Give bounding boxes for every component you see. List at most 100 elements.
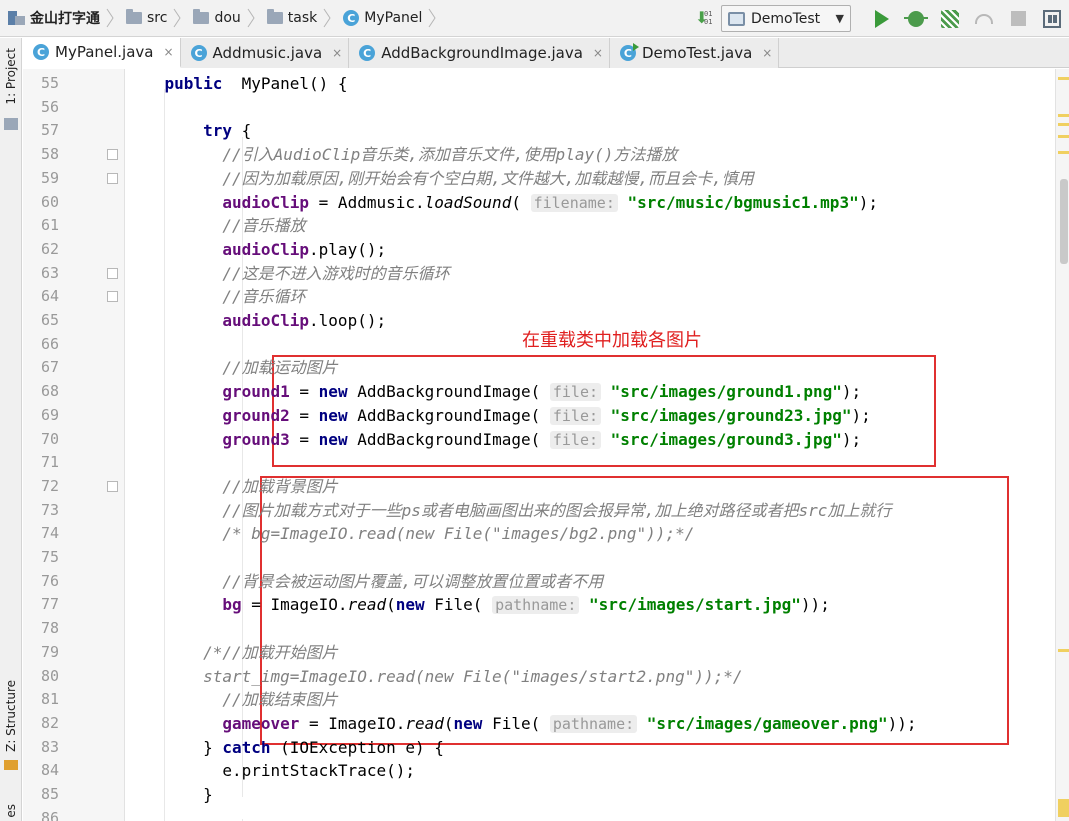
code-line[interactable]: //因为加载原因,刚开始会有个空白期,文件越大,加载越慢,而且会卡,慎用 xyxy=(126,167,753,191)
project-structure-button[interactable] xyxy=(1035,0,1069,37)
debug-button[interactable] xyxy=(899,0,933,37)
code-line[interactable]: ground2 = new AddBackgroundImage( file: … xyxy=(126,404,871,428)
code-line[interactable]: //音乐播放 xyxy=(126,214,306,238)
parameter-hint: pathname: xyxy=(492,596,580,615)
code-token: ); xyxy=(858,192,878,212)
code-token: new xyxy=(453,713,483,733)
breadcrumb-dou[interactable]: dou xyxy=(185,0,258,37)
tab-addbackgroundimage-java[interactable]: C AddBackgroundImage.java × xyxy=(349,38,610,68)
stop-button[interactable] xyxy=(1001,0,1035,37)
warning-marker[interactable] xyxy=(1058,135,1069,138)
fold-marker-icon[interactable] xyxy=(107,172,118,184)
breadcrumb-separator-icon xyxy=(106,8,114,28)
close-icon[interactable]: × xyxy=(332,46,342,60)
code-token: //背景会被运动图片覆盖,可以调整放置位置或者不用 xyxy=(222,571,604,591)
warning-marker[interactable] xyxy=(1058,151,1069,154)
class-icon: C xyxy=(190,45,207,61)
run-toolbar: ⬇ 01 01 DemoTest ▼ xyxy=(693,0,1069,37)
code-line[interactable]: audioClip.play(); xyxy=(126,238,386,262)
editor-scroll-strip[interactable] xyxy=(1055,69,1069,821)
code-token: gameover xyxy=(222,713,300,733)
parameter-hint: file: xyxy=(549,430,602,449)
editor-gutter[interactable]: 55 56 57 58 59 60 61 62 63 64 65 66 67 68 69 70 71 72 73 74… xyxy=(23,69,125,821)
tab-demotest-java[interactable]: C DemoTest.java × xyxy=(609,38,780,68)
code-line[interactable]: //引入AudioClip音乐类,添加音乐文件,使用play()方法播放 xyxy=(126,143,677,167)
fold-marker-icon[interactable] xyxy=(107,480,118,492)
chevron-down-icon: ▼ xyxy=(835,12,844,25)
line-number: 72 xyxy=(41,476,60,495)
profile-button[interactable] xyxy=(967,0,1001,37)
tab-mypanel-java[interactable]: C MyPanel.java × xyxy=(23,38,181,68)
stop-icon xyxy=(1010,11,1026,26)
code-token: = Addmusic. xyxy=(309,192,425,212)
project-tool-window-button[interactable]: 1: Project xyxy=(4,48,18,105)
code-line[interactable]: //音乐循环 xyxy=(126,285,305,309)
project-tool-icon[interactable] xyxy=(4,118,18,130)
fold-marker-icon[interactable] xyxy=(107,291,118,303)
code-token: File( xyxy=(424,595,493,615)
structure-tool-window-button[interactable]: Z: Structure xyxy=(4,680,18,752)
code-token: ground1 xyxy=(222,382,290,402)
code-line[interactable]: ground3 = new AddBackgroundImage( file: … xyxy=(126,428,861,452)
code-token: loadSound xyxy=(424,192,512,212)
code-token: //音乐播放 xyxy=(222,216,306,236)
breadcrumb-task[interactable]: task xyxy=(259,0,335,37)
tab-addmusic-java[interactable]: C Addmusic.java × xyxy=(180,38,350,68)
parameter-hint: file: xyxy=(549,383,602,402)
code-line[interactable]: bg = ImageIO.read(new File( pathname: "s… xyxy=(126,593,830,617)
structure-tool-icon[interactable] xyxy=(4,760,18,770)
code-line[interactable]: ground1 = new AddBackgroundImage( file: … xyxy=(126,380,861,404)
breadcrumb-src[interactable]: src xyxy=(118,0,185,37)
breadcrumb-mypanel[interactable]: C MyPanel xyxy=(335,0,440,37)
breadcrumb-label: dou xyxy=(214,10,241,26)
code-line[interactable]: gameover = ImageIO.read(new File( pathna… xyxy=(126,712,917,736)
code-line[interactable]: //这是不进入游戏时的音乐循环 xyxy=(126,262,450,286)
code-token: //这是不进入游戏时的音乐循环 xyxy=(222,263,450,283)
code-line[interactable]: audioClip = Addmusic.loadSound( filename… xyxy=(126,191,878,215)
code-line[interactable]: /* bg=ImageIO.read(new File("images/bg2.… xyxy=(126,522,694,546)
fold-marker-icon[interactable] xyxy=(107,267,118,279)
close-icon[interactable]: × xyxy=(593,46,603,60)
close-icon[interactable]: × xyxy=(163,45,173,59)
code-line[interactable]: start_img=ImageIO.read(new File("images/… xyxy=(126,665,743,689)
code-line[interactable]: //图片加载方式对于一些ps或者电脑画图出来的图会报异常,加上绝对路径或者把sr… xyxy=(126,499,891,523)
code-line[interactable]: e.printStackTrace(); xyxy=(126,759,415,783)
code-line[interactable]: //背景会被运动图片覆盖,可以调整放置位置或者不用 xyxy=(126,570,603,594)
code-line[interactable]: //加载运动图片 xyxy=(126,356,337,380)
code-line[interactable]: } xyxy=(126,783,213,807)
code-line[interactable]: //加载结束图片 xyxy=(126,688,337,712)
code-token: audioClip xyxy=(222,239,310,259)
code-line[interactable]: audioClip.loop(); xyxy=(126,309,386,333)
code-line[interactable]: public MyPanel() { xyxy=(126,72,348,96)
coverage-button[interactable] xyxy=(933,0,967,37)
code-line[interactable]: } catch (IOException e) { xyxy=(126,736,444,760)
warning-marker[interactable] xyxy=(1058,114,1069,117)
warning-marker[interactable] xyxy=(1058,123,1069,126)
code-token: ( xyxy=(443,713,454,733)
run-button[interactable] xyxy=(865,0,899,37)
code-token: )); xyxy=(800,595,830,615)
breadcrumb-project[interactable]: 金山打字通 xyxy=(0,0,118,37)
line-number: 67 xyxy=(41,358,60,377)
code-line[interactable]: //加载背景图片 xyxy=(126,475,337,499)
annotation-note: 在重载类中加载各图片 xyxy=(522,330,702,351)
run-configuration-select[interactable]: DemoTest ▼ xyxy=(721,5,851,32)
warning-marker[interactable] xyxy=(1058,77,1069,80)
close-icon[interactable]: × xyxy=(762,46,772,60)
warning-marker[interactable] xyxy=(1058,799,1069,817)
sort-icon[interactable]: ⬇ 01 01 xyxy=(693,8,715,30)
code-editor[interactable]: 在重载类中加载各图片 public MyPanel() { try { //引入… xyxy=(126,69,1055,821)
warning-marker[interactable] xyxy=(1058,649,1069,652)
code-line[interactable]: try { xyxy=(126,119,251,143)
editor-tab-bar: C MyPanel.java × C Addmusic.java × C Add… xyxy=(23,38,1069,68)
code-line[interactable]: /*//加载开始图片 xyxy=(126,641,338,665)
scrollbar-thumb[interactable] xyxy=(1060,179,1068,264)
code-token: start_img=ImageIO.read(new File("images/… xyxy=(203,666,743,686)
code-token: read xyxy=(347,595,387,615)
tab-label: Addmusic.java xyxy=(212,44,323,62)
fold-marker-icon[interactable] xyxy=(107,149,118,161)
favorites-tool-window-button[interactable]: es xyxy=(4,804,18,818)
